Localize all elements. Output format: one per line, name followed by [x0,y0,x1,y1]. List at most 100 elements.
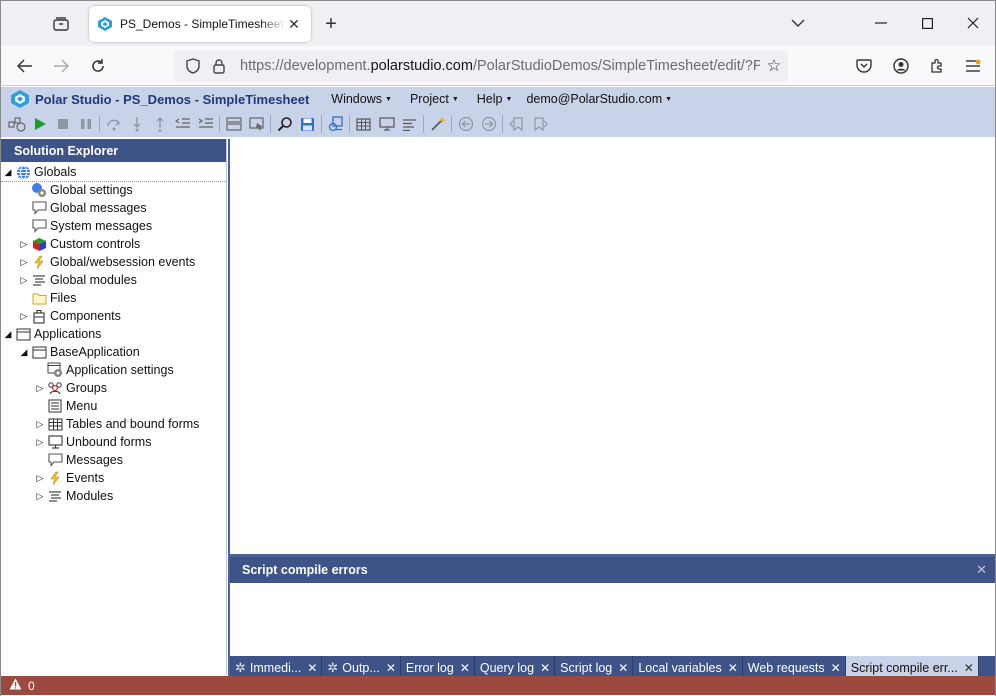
collapse-triangle-icon[interactable]: ◢ [19,347,29,358]
collapse-triangle-icon[interactable]: ◢ [3,329,13,340]
save-disk-icon[interactable] [296,113,319,135]
extensions-puzzle-icon[interactable] [925,54,949,78]
preview-window-icon[interactable] [245,113,268,135]
navigate-back-circle-icon[interactable] [454,113,477,135]
settings-gear-window-icon [47,362,63,378]
browser-tab-active[interactable]: PS_Demos - SimpleTimesheet - Polar Studi… [89,6,311,42]
navigate-forward-circle-icon[interactable] [477,113,500,135]
url-text[interactable]: https://development.polarstudio.com/Pola… [234,58,760,74]
menu-windows[interactable]: Windows ▼ [331,92,392,106]
tree-item-modules[interactable]: ▷ Modules [35,487,114,505]
close-panel-icon[interactable]: ✕ [976,562,987,578]
publish-icon[interactable] [324,113,347,135]
expand-triangle-icon[interactable]: ▷ [35,437,45,448]
account-icon[interactable] [889,54,913,78]
tree-item-unbound-forms[interactable]: ▷ Unbound forms [35,433,152,451]
text-lines-icon[interactable] [398,113,421,135]
code-lines-icon [47,488,63,504]
menu-user-account[interactable]: demo@PolarStudio.com ▼ [526,92,672,106]
reload-icon[interactable] [86,54,110,78]
close-tab-icon[interactable]: ✕ [831,661,841,675]
warning-count[interactable]: 0 [28,679,35,693]
back-arrow-icon[interactable] [13,54,37,78]
tab-label: Immedi... [249,660,302,675]
tab-label: Script log [560,660,613,675]
tree-item-global-modules[interactable]: ▷ Global modules [19,271,137,289]
bookmark-star-icon[interactable]: ☆ [760,52,788,80]
close-tab-icon[interactable]: ✕ [307,661,317,675]
minimize-window-icon[interactable] [869,11,893,35]
close-tab-icon[interactable]: ✕ [386,661,396,675]
search-magnifier-icon[interactable] [273,113,296,135]
close-tab-icon[interactable]: ✕ [540,661,550,675]
next-bookmark-icon[interactable] [528,113,551,135]
address-bar[interactable]: https://development.polarstudio.com/Pola… [174,50,788,82]
expand-triangle-icon[interactable]: ▷ [35,419,45,430]
tree-item-global-messages[interactable]: Global messages [31,199,147,217]
tree-label: Applications [34,327,102,341]
tree-item-global-websession-events[interactable]: ▷ Global/websession events [19,253,196,271]
tree-item-base-application[interactable]: ◢ BaseApplication [19,343,140,361]
tree-item-applications[interactable]: ◢ Applications [3,325,102,343]
close-tab-icon[interactable]: ✕ [728,661,738,675]
step-out-icon[interactable] [148,113,171,135]
editor-content-area[interactable] [228,139,995,554]
tree-item-events[interactable]: ▷ Events [35,469,105,487]
lightning-bolt-icon [47,470,63,486]
pin-cross-icon: ✲ [235,659,246,675]
warning-triangle-icon[interactable] [9,678,22,693]
tree-item-system-messages[interactable]: System messages [31,217,152,235]
layout-icon[interactable] [222,113,245,135]
tree-item-application-settings[interactable]: Application settings [47,361,174,379]
tree-item-components[interactable]: ▷ Components [19,307,121,325]
table-grid-icon[interactable] [352,113,375,135]
tree-item-custom-controls[interactable]: ▷ Custom controls [19,235,141,253]
tree-item-menu[interactable]: Menu [47,397,97,415]
app-menu-hamburger-icon[interactable] [961,54,985,78]
stop-icon[interactable] [51,113,74,135]
tab-overview-icon[interactable] [49,13,73,35]
forward-arrow-icon[interactable] [49,54,73,78]
step-into-icon[interactable] [125,113,148,135]
close-tab-icon[interactable]: ✕ [618,661,628,675]
close-tab-icon[interactable]: ✕ [460,661,470,675]
run-play-icon[interactable] [28,113,51,135]
pin-cross-icon: ✲ [327,659,339,675]
lock-icon[interactable] [208,55,230,77]
expand-triangle-icon[interactable]: ▷ [35,383,45,394]
list-all-tabs-icon[interactable] [786,11,810,35]
pause-icon[interactable] [74,113,97,135]
tree-item-messages[interactable]: Messages [47,451,123,469]
tree-item-globals[interactable]: ◢ Globals [3,163,76,181]
close-tab-icon[interactable]: ✕ [285,15,303,33]
tracking-protection-shield-icon[interactable] [182,55,204,77]
menu-project[interactable]: Project ▼ [410,92,459,106]
tree-label: Global/websession events [50,255,196,269]
pocket-icon[interactable] [852,54,876,78]
tree-item-files[interactable]: Files [31,289,76,307]
previous-bookmark-icon[interactable] [505,113,528,135]
collapse-triangle-icon[interactable]: ◢ [3,167,13,178]
expand-triangle-icon[interactable]: ▷ [19,257,29,268]
close-window-icon[interactable] [961,11,985,35]
magic-wand-icon[interactable] [426,113,449,135]
indent-right-icon[interactable] [194,113,217,135]
expand-triangle-icon[interactable]: ▷ [19,275,29,286]
expand-triangle-icon[interactable]: ▷ [35,491,45,502]
maximize-window-icon[interactable] [915,11,939,35]
step-over-icon[interactable] [102,113,125,135]
tree-label: Global settings [50,183,133,197]
tree-item-groups[interactable]: ▷ Groups [35,379,107,397]
monitor-icon[interactable] [375,113,398,135]
new-tab-icon[interactable]: + [319,12,343,36]
tree-label: Tables and bound forms [66,417,200,431]
expand-triangle-icon[interactable]: ▷ [19,239,29,250]
menu-help[interactable]: Help ▼ [477,92,513,106]
expand-triangle-icon[interactable]: ▷ [35,473,45,484]
close-tab-icon[interactable]: ✕ [964,661,974,675]
indent-left-icon[interactable] [171,113,194,135]
tree-item-tables-bound-forms[interactable]: ▷ Tables and bound forms [35,415,200,433]
solution-globe-icon[interactable] [5,113,28,135]
expand-triangle-icon[interactable]: ▷ [19,311,29,322]
tree-item-global-settings[interactable]: Global settings [31,181,133,199]
